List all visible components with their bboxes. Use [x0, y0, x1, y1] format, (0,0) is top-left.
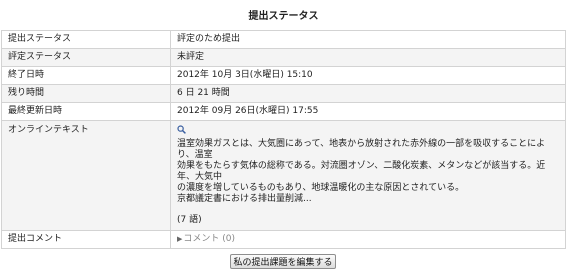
row-label: 終了日時: [1, 66, 171, 85]
row-label: 提出ステータス: [1, 30, 171, 49]
online-text-line: 温室効果ガスとは、大気圏にあって、地表から放射された赤外線の一部を吸収することに…: [177, 139, 546, 160]
table-row: 終了日時 2012年 10月 3日(水曜日) 15:10: [1, 66, 566, 85]
comments-toggle-link[interactable]: ▶コメント (0): [177, 234, 235, 244]
comments-link-label: コメント (0): [183, 234, 236, 244]
edit-submission-button[interactable]: 私の提出課題を編集する: [230, 254, 336, 269]
table-row: 提出ステータス 評定のため提出: [1, 30, 566, 49]
row-label: 提出コメント: [1, 230, 171, 249]
row-label: 残り時間: [1, 84, 171, 103]
word-count: (7 語): [177, 215, 202, 225]
row-value: 6 日 21 時間: [170, 84, 566, 103]
online-text-line: 効果をもたらす気体の総称である。対流圏オゾン、二酸化炭素、メタンなどが該当する。…: [177, 161, 546, 182]
online-text-line: の濃度を増しているものもあり、地球温暖化の主な原因とされている。: [177, 183, 465, 193]
table-row: 最終更新日時 2012年 09月 26日(水曜日) 17:55: [1, 102, 566, 121]
online-text-preview: 温室効果ガスとは、大気圏にあって、地表から放射された赤外線の一部を吸収することに…: [177, 139, 559, 205]
row-label: 評定ステータス: [1, 48, 171, 67]
comments-row: 提出コメント ▶コメント (0): [1, 230, 566, 249]
row-value: 2012年 10月 3日(水曜日) 15:10: [170, 66, 566, 85]
submission-status-table: 提出ステータス 評定のため提出 評定ステータス 未評定 終了日時 2012年 1…: [1, 30, 566, 249]
row-value: 2012年 09月 26日(水曜日) 17:55: [170, 102, 566, 121]
search-icon[interactable]: [177, 125, 186, 134]
table-row: 評定ステータス 未評定: [1, 48, 566, 67]
table-row: 残り時間 6 日 21 時間: [1, 84, 566, 103]
comments-cell: ▶コメント (0): [170, 230, 566, 249]
online-text-line: 京都議定書における排出量削減...: [177, 194, 312, 204]
row-label: オンラインテキスト: [1, 120, 171, 231]
online-text-row: オンラインテキスト 温室効果ガスとは、大気圏にあって、地表から放射された赤外線の…: [1, 120, 566, 231]
online-text-cell: 温室効果ガスとは、大気圏にあって、地表から放射された赤外線の一部を吸収することに…: [170, 120, 566, 231]
expand-triangle-icon: ▶: [177, 235, 183, 243]
row-value: 評定のため提出: [170, 30, 566, 49]
page-title: 提出ステータス: [248, 11, 319, 22]
row-label: 最終更新日時: [1, 102, 171, 121]
row-value: 未評定: [170, 48, 566, 67]
